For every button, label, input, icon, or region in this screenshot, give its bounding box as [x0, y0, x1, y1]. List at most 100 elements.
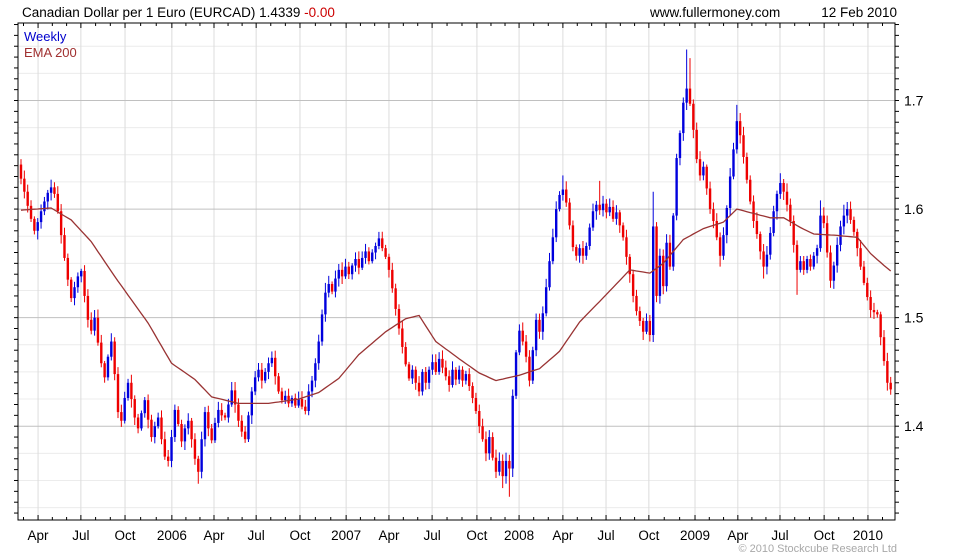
- candle-body: [495, 458, 497, 472]
- candle-body: [508, 461, 510, 469]
- candle-body: [659, 256, 661, 296]
- legend-weekly-label: Weekly: [24, 29, 77, 45]
- candle-body: [57, 194, 59, 211]
- candle-body: [187, 421, 189, 429]
- candle-body: [170, 437, 172, 461]
- candle-body: [404, 347, 406, 364]
- candle-body: [90, 320, 92, 331]
- y-axis-label: 1.7: [904, 93, 924, 109]
- candle-body: [836, 245, 838, 266]
- candle-body: [264, 372, 266, 381]
- candle-body: [538, 320, 540, 332]
- x-axis-label: Jul: [248, 528, 265, 543]
- candle-body: [890, 383, 892, 390]
- x-axis-label: 2007: [331, 528, 361, 543]
- candle-body: [515, 352, 517, 395]
- candle-body: [177, 410, 179, 424]
- candle-body: [655, 226, 657, 295]
- x-axis-label: Apr: [203, 528, 225, 543]
- candle-body: [207, 412, 209, 428]
- candle-body: [113, 342, 115, 375]
- candle-body: [809, 259, 811, 267]
- candle-body: [167, 457, 169, 461]
- x-axis-label: Apr: [28, 528, 50, 543]
- candle-body: [863, 267, 865, 283]
- y-axis-label: 1.4: [904, 418, 924, 434]
- candle-body: [736, 121, 738, 149]
- candle-body: [244, 432, 246, 440]
- candle-body: [672, 216, 674, 267]
- candle-body: [879, 314, 881, 337]
- candle-body: [786, 192, 788, 205]
- candle-body: [301, 399, 303, 407]
- candle-body: [475, 398, 477, 411]
- candle-body: [257, 370, 259, 378]
- candle-body: [528, 357, 530, 381]
- candle-body: [732, 149, 734, 176]
- candle-body: [107, 357, 109, 378]
- candle-body: [803, 261, 805, 270]
- candle-body: [806, 259, 808, 270]
- candle-body: [267, 363, 269, 372]
- candle-body: [164, 439, 166, 456]
- candle-body: [63, 235, 65, 258]
- candle-body: [318, 342, 320, 364]
- candle-body: [759, 234, 761, 251]
- candle-body: [796, 245, 798, 270]
- candle-body: [441, 359, 443, 368]
- candle-body: [846, 209, 848, 216]
- candle-body: [582, 248, 584, 256]
- candle-body: [368, 251, 370, 261]
- candle-body: [144, 400, 146, 413]
- x-axis-label: 2008: [504, 528, 534, 543]
- candle-body: [535, 320, 537, 350]
- candle-body: [70, 280, 72, 298]
- candle-body: [555, 209, 557, 237]
- candle-body: [100, 343, 102, 364]
- candle-body: [227, 404, 229, 417]
- candle-body: [685, 89, 687, 103]
- candle-body: [699, 159, 701, 175]
- candle-body: [746, 157, 748, 180]
- candle-body: [451, 370, 453, 385]
- candle-body: [20, 165, 22, 179]
- candle-body: [662, 256, 664, 286]
- x-axis-label: Oct: [289, 528, 310, 543]
- candle-body: [709, 188, 711, 209]
- candle-body: [849, 209, 851, 220]
- candle-body: [749, 180, 751, 202]
- candle-body: [394, 288, 396, 309]
- y-axis-label: 1.6: [904, 201, 924, 217]
- candle-body: [157, 418, 159, 427]
- candle-body: [53, 187, 55, 194]
- candle-body: [261, 370, 263, 381]
- candle-body: [665, 243, 667, 286]
- candle-body: [30, 206, 32, 219]
- candle-body: [408, 364, 410, 378]
- candle-body: [552, 237, 554, 261]
- candle-body: [354, 259, 356, 266]
- candle-body: [428, 370, 430, 383]
- x-axis-label: 2009: [680, 528, 710, 543]
- candle-body: [184, 428, 186, 441]
- candle-body: [649, 321, 651, 335]
- candle-body: [371, 253, 373, 262]
- x-axis-label: Apr: [378, 528, 400, 543]
- candle-body: [411, 370, 413, 379]
- candle-body: [237, 404, 239, 420]
- candle-body: [512, 396, 514, 469]
- candle-body: [816, 248, 818, 256]
- candle-body: [150, 420, 152, 437]
- candle-body: [415, 370, 417, 383]
- candle-body: [471, 386, 473, 398]
- candle-body: [341, 270, 343, 277]
- candle-body: [210, 428, 212, 440]
- candle-body: [277, 376, 279, 391]
- candle-body: [37, 222, 39, 231]
- candle-body: [254, 377, 256, 391]
- candle-body: [776, 194, 778, 211]
- candle-body: [110, 342, 112, 357]
- candle-body: [588, 228, 590, 246]
- x-axis-label: Jul: [771, 528, 788, 543]
- candle-body: [522, 331, 524, 342]
